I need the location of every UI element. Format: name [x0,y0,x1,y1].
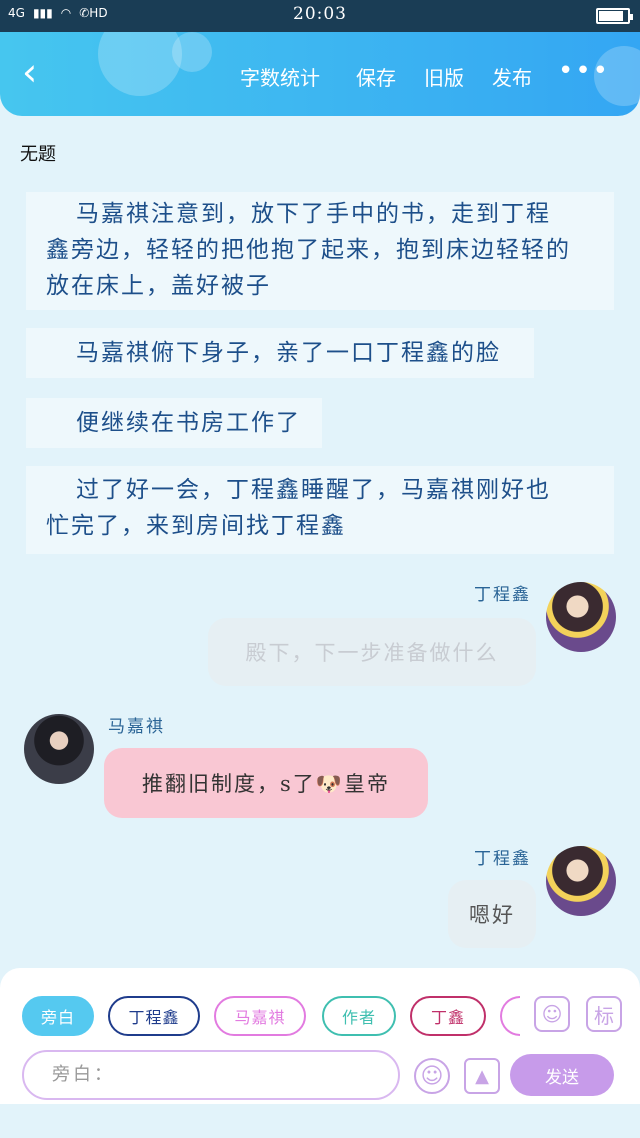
paragraph-line: 马嘉祺俯下身子，亲了一口丁程鑫的脸 [76,340,501,366]
chat-bubble[interactable]: 嗯好 [448,880,536,948]
publish-button[interactable]: 发布 [492,62,532,91]
smiley-icon[interactable]: ☺ [414,1058,450,1094]
bottom-spacer [0,1104,640,1138]
role-chip-author[interactable]: 作者 [322,996,396,1036]
chat-bubble[interactable]: 殿下，下一步准备做什么 [208,618,536,686]
avatar[interactable] [546,582,616,652]
sender-name: 丁程鑫 [474,849,531,869]
message-input[interactable]: 旁白： [22,1050,400,1100]
person-card-icon[interactable]: ☺ [534,996,570,1032]
role-chip-narration[interactable]: 旁白 [22,996,94,1036]
more-dots-icon[interactable]: ••• [558,56,610,86]
status-bar: 4G ▮▮▮ ◠ ✆HD 20:03 [0,0,640,32]
word-count-button[interactable]: 字数统计 [240,62,320,91]
narration-paragraph[interactable]: 马嘉祺注意到，放下了手中的书，走到丁程 鑫旁边，轻轻的把他抱了起来，抱到床边轻轻… [26,192,614,310]
paragraph-line: 放在床上，盖好被子 [46,273,271,299]
page-title: 无题 [20,144,56,165]
avatar[interactable] [546,846,616,916]
battery-level [599,11,623,21]
tag-button[interactable]: 标 [586,996,622,1032]
role-chip-dingxin[interactable]: 丁鑫 [410,996,486,1036]
composer-panel: 旁白 丁程鑫 马嘉祺 作者 丁鑫 ☺ 标 旁白： ☺ ▲ 发送 [0,968,640,1104]
paragraph-line: 过了好一会，丁程鑫睡醒了，马嘉祺刚好也 [76,477,551,503]
paragraph-line: 便继续在书房工作了 [76,410,301,436]
role-chip-ma[interactable]: 马嘉祺 [214,996,306,1036]
decor-bubble [172,32,212,72]
save-button[interactable]: 保存 [356,62,396,91]
narration-paragraph[interactable]: 马嘉祺俯下身子，亲了一口丁程鑫的脸 [26,328,534,378]
chevron-left-icon: ‹ [22,50,38,94]
back-button[interactable]: ‹ [22,50,62,94]
paragraph-line: 鑫旁边，轻轻的把他抱了起来，抱到床边轻轻的 [46,237,571,263]
battery-icon [596,8,633,24]
narration-paragraph[interactable]: 便继续在书房工作了 [26,398,322,448]
role-chip-partial[interactable] [500,996,520,1036]
sender-name: 马嘉祺 [108,717,165,737]
narration-paragraph[interactable]: 过了好一会，丁程鑫睡醒了，马嘉祺刚好也 忙完了，来到房间找丁程鑫 [26,466,614,554]
top-toolbar: ‹ 字数统计 保存 旧版 发布 ••• [0,32,640,116]
old-version-button[interactable]: 旧版 [424,62,464,91]
role-chip-ding[interactable]: 丁程鑫 [108,996,200,1036]
tag-label: 标 [594,1003,614,1028]
paragraph-line: 马嘉祺注意到，放下了手中的书，走到丁程 [76,201,551,227]
image-icon[interactable]: ▲ [464,1058,500,1094]
sender-name: 丁程鑫 [474,585,531,605]
decor-bubble [98,32,182,96]
send-button[interactable]: 发送 [510,1054,614,1096]
clock: 20:03 [293,4,347,24]
chat-bubble[interactable]: 推翻旧制度，s了🐶皇帝 [104,748,428,818]
avatar[interactable] [24,714,94,784]
paragraph-line: 忙完了，来到房间找丁程鑫 [46,513,346,539]
